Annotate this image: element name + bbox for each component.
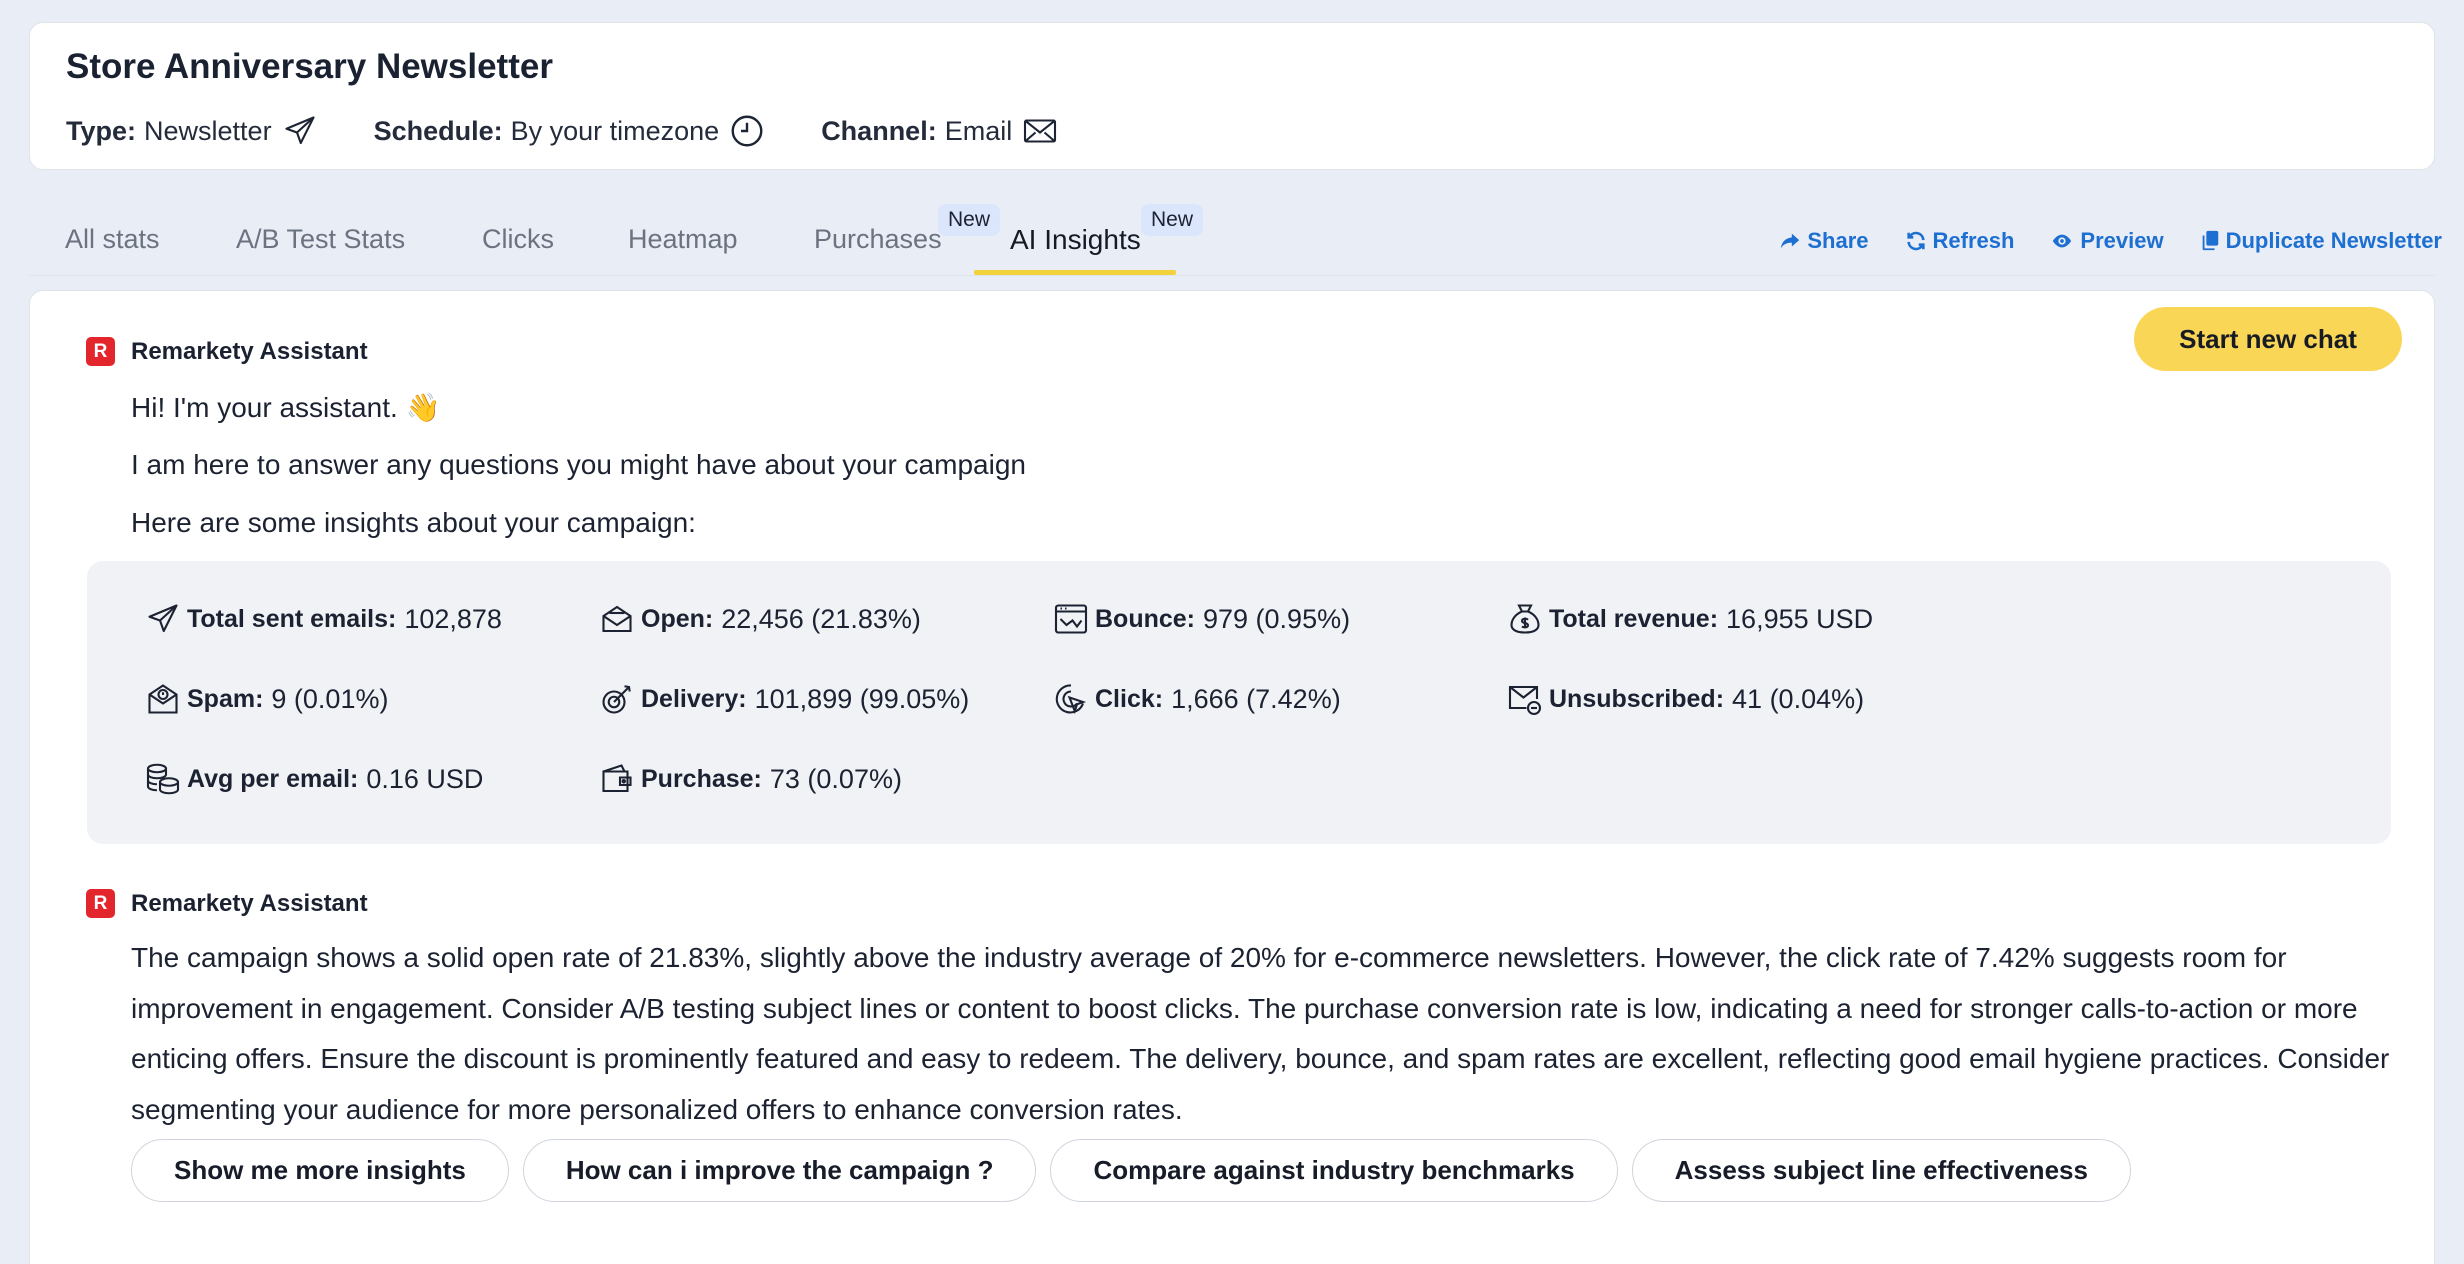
channel-value: Email (944, 115, 1013, 146)
stat-value: 16,955 USD (1726, 603, 1874, 634)
suggestion-compare-benchmarks[interactable]: Compare against industry benchmarks (1050, 1139, 1618, 1202)
copy-icon (2202, 230, 2218, 251)
suggestion-subject-line[interactable]: Assess subject line effectiveness (1631, 1139, 2131, 1202)
active-tab-indicator (974, 270, 1176, 275)
stat-label: Purchase: (641, 764, 762, 793)
assistant-name: Remarkety Assistant (131, 889, 368, 917)
purchases-new-badge: New (938, 204, 1001, 236)
assistant-name: Remarkety Assistant (131, 337, 368, 365)
stat-purchase: Purchase: 73 (0.07%) (599, 761, 902, 797)
envelope-icon (1024, 119, 1057, 143)
stat-open: Open: 22,456 (21.83%) (599, 601, 921, 637)
stat-total-revenue: Total revenue: 16,955 USD (1507, 601, 1873, 637)
suggestion-show-more-insights[interactable]: Show me more insights (131, 1139, 509, 1202)
target-icon (602, 685, 631, 714)
tab-purchases[interactable]: Purchases (814, 224, 942, 255)
duplicate-newsletter-button[interactable]: Duplicate Newsletter (2200, 228, 2442, 254)
stat-value: 22,456 (21.83%) (721, 603, 921, 634)
stat-label: Total revenue: (1549, 604, 1719, 633)
schedule-meta: Schedule: By your timezone (374, 113, 766, 149)
tab-heatmap[interactable]: Heatmap (628, 224, 738, 255)
campaign-header: Store Anniversary Newsletter Type: Newsl… (29, 22, 2435, 170)
campaign-meta: Type: Newsletter Schedule: By your timez… (66, 111, 1114, 151)
stat-spam: Spam: 9 (0.01%) (145, 681, 388, 717)
click-icon (1055, 684, 1087, 715)
tab-ab-test-stats[interactable]: A/B Test Stats (236, 224, 405, 255)
refresh-button[interactable]: Refresh (1905, 228, 2015, 254)
send-icon (148, 604, 178, 633)
insights-intro-text: Here are some insights about your campai… (131, 507, 696, 538)
clock-icon (731, 115, 763, 147)
channel-meta: Channel: Email (821, 116, 1058, 147)
start-new-chat-button[interactable]: Start new chat (2134, 307, 2402, 371)
intro-text: I am here to answer any questions you mi… (131, 449, 1026, 480)
schedule-label: Schedule: (373, 115, 503, 146)
stat-label: Unsubscribed: (1549, 684, 1725, 713)
stat-label: Open: (641, 604, 714, 633)
stat-click: Click: 1,666 (7.42%) (1053, 681, 1341, 717)
stat-label: Total sent emails: (187, 604, 397, 633)
share-label: Share (1807, 228, 1869, 253)
remarkety-logo: R (86, 889, 115, 918)
campaign-stats-box: Total sent emails: 102,878 Open: 22,456 … (87, 561, 2391, 844)
share-icon (1781, 233, 1800, 249)
suggestion-improve-campaign[interactable]: How can i improve the campaign ? (522, 1139, 1037, 1202)
channel-label: Channel: (821, 115, 937, 146)
stat-label: Delivery: (641, 684, 747, 713)
duplicate-label: Duplicate Newsletter (2225, 228, 2442, 253)
share-button[interactable]: Share (1779, 228, 1869, 254)
stat-label: Spam: (187, 684, 264, 713)
campaign-title: Store Anniversary Newsletter (66, 47, 553, 86)
preview-button[interactable]: Preview (2050, 228, 2164, 254)
greeting-text: Hi! I'm your assistant. 👋 (131, 392, 441, 423)
stat-avg-per-email: Avg per email: 0.16 USD (145, 761, 483, 797)
stat-bounce: Bounce: 979 (0.95%) (1053, 601, 1350, 637)
stat-value: 102,878 (404, 603, 502, 634)
analysis-text: The campaign shows a solid open rate of … (131, 942, 2390, 1125)
wallet-icon (602, 764, 632, 793)
stat-value: 0.16 USD (366, 763, 484, 794)
type-value: Newsletter (144, 115, 272, 146)
tab-clicks[interactable]: Clicks (482, 224, 554, 255)
spam-icon (148, 684, 178, 714)
open-envelope-icon (602, 605, 632, 633)
tabs-divider (29, 275, 2435, 276)
stat-value: 41 (0.04%) (1732, 683, 1865, 714)
stat-value: 979 (0.95%) (1203, 603, 1351, 634)
send-icon (285, 116, 315, 145)
assistant-header: R Remarkety Assistant (86, 337, 368, 366)
assistant-header: R Remarkety Assistant (86, 889, 368, 918)
campaign-actions: Share Refresh Preview Duplicate Newslett… (1743, 228, 2442, 254)
stats-tabs: All stats A/B Test Stats Clicks Heatmap … (0, 190, 2464, 276)
preview-label: Preview (2080, 228, 2164, 253)
suggestion-chips: Show me more insights How can i improve … (131, 1139, 2145, 1202)
bounce-icon (1054, 604, 1088, 634)
refresh-label: Refresh (1932, 228, 2015, 253)
ai-insights-panel: Start new chat R Remarkety Assistant Hi!… (29, 290, 2435, 1264)
unsubscribe-icon (1508, 685, 1542, 716)
eye-icon (2053, 234, 2072, 248)
stat-unsubscribed: Unsubscribed: 41 (0.04%) (1507, 681, 1864, 717)
type-label: Type: (66, 115, 137, 146)
stat-value: 1,666 (7.42%) (1171, 683, 1341, 714)
coins-icon (146, 763, 180, 795)
stat-label: Click: (1095, 684, 1164, 713)
tab-all-stats[interactable]: All stats (65, 224, 160, 255)
stat-label: Avg per email: (187, 764, 359, 793)
stat-delivery: Delivery: 101,899 (99.05%) (599, 681, 969, 717)
stat-value: 73 (0.07%) (769, 763, 902, 794)
money-bag-icon (1510, 604, 1540, 634)
type-meta: Type: Newsletter (66, 113, 318, 149)
schedule-value: By your timezone (510, 115, 720, 146)
stat-label: Bounce: (1095, 604, 1195, 633)
ai-insights-new-badge: New (1141, 204, 1204, 236)
stat-value: 101,899 (99.05%) (754, 683, 970, 714)
stat-value: 9 (0.01%) (271, 683, 389, 714)
stat-total-sent: Total sent emails: 102,878 (145, 601, 502, 637)
refresh-icon (1906, 231, 1925, 251)
remarkety-logo: R (86, 337, 115, 366)
tab-ai-insights[interactable]: AI Insights (1010, 224, 1141, 256)
